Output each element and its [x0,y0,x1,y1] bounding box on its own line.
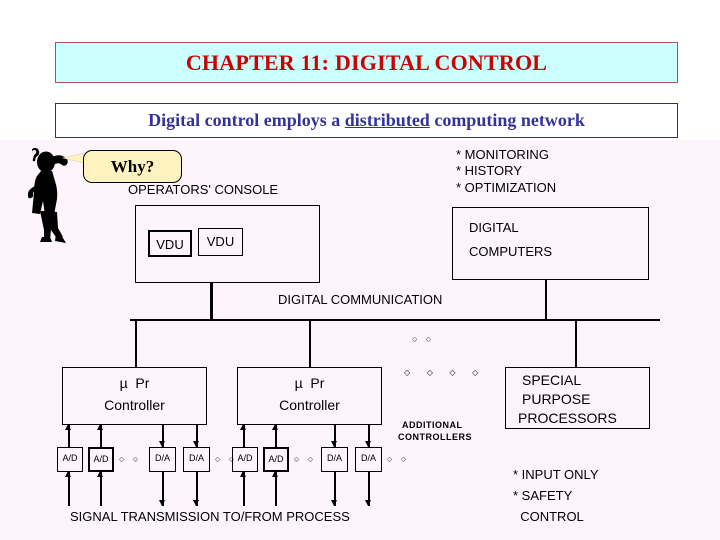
signal-transmission-label: SIGNAL TRANSMISSION TO/FROM PROCESS [70,509,350,524]
c1-ad-box-1: A/D [57,447,83,472]
c1-ad1-process-arrow [65,471,71,477]
c1-da-box-2: D/A [183,447,210,472]
additional-controllers-diamonds: ◇ ◇ ◇ ◇ [404,368,486,377]
special-purpose-line2: PURPOSE [522,391,591,407]
c2-ad-box-2: A/D [263,447,289,472]
c2-da2-process-arrow [365,500,371,506]
c2-ad-ellipsis: ○ ○ [294,454,317,464]
bus-drop-controller-2 [309,319,311,367]
architecture-diagram: Why? OPERATORS' CONSOLE VDU VDU * MONITO… [0,140,720,540]
special-purpose-line3: PROCESSORS [518,410,617,426]
subtitle-post: computing network [429,110,585,130]
c2-ad-1-label: A/D [237,453,253,463]
page-title: CHAPTER 11: DIGITAL CONTROL [185,49,548,75]
c2-ad2-process-arrow [272,471,278,477]
c2-ad-box-1: A/D [232,447,258,472]
c2-da-ellipsis: ○ ○ [387,454,410,464]
console-bus-link [210,283,213,320]
speech-balloon-tail [62,153,84,163]
subtitle-pre: Digital control employs a [148,110,345,130]
c1-ad-ellipsis: ○ ○ [119,454,142,464]
digital-communication-label: DIGITAL COMMUNICATION [278,292,443,307]
digital-communication-bus [130,319,660,321]
c2-ad1-process-arrow [240,471,246,477]
c2-ad-2-label: A/D [268,454,284,464]
slide-subtitle-box: Digital control employs a distributed co… [55,103,678,138]
c2-da-box-1: D/A [321,447,348,472]
special-purpose-line1: SPECIAL [522,372,582,388]
c2-ad2-process-line [275,472,277,506]
c1-ad1-arrow-up [65,424,71,430]
c2-da-1-label: D/A [326,453,342,463]
controller-2-line1: µ Pr [294,375,325,391]
c1-ad2-process-arrow [97,471,103,477]
c2-da1-process-arrow [331,500,337,506]
controller-1-line1: µ Pr [119,375,150,391]
vdu-1-label: VDU [156,237,184,252]
c1-ad-1-label: A/D [62,453,78,463]
c2-ad2-arrow-up [272,424,278,430]
digital-computers-line2: COMPUTERS [469,244,553,259]
bus-drop-special-processors [575,319,577,367]
c1-ad2-process-line [100,472,102,506]
bus-ellipsis-dots: ○ ○ [412,334,435,344]
c1-ad2-arrow-up [97,424,103,430]
c2-ad1-process-line [243,472,245,506]
c1-ad-2-label: A/D [93,454,109,464]
special-purpose-processors-box: SPECIAL PURPOSE PROCESSORS [505,367,650,429]
additional-controllers-line2: CONTROLLERS [398,432,472,442]
c1-ad-box-2: A/D [88,447,114,472]
c1-da2-process-arrow [193,500,199,506]
slide-title-box: CHAPTER 11: DIGITAL CONTROL [55,42,678,83]
controller-1-line2: Controller [104,397,165,413]
c1-da1-process-arrow [159,500,165,506]
c1-da-1-label: D/A [154,453,170,463]
additional-controllers-line1: ADDITIONAL [402,420,463,430]
c1-ad1-process-line [68,472,70,506]
vdu-box-1: VDU [148,230,192,257]
operators-console-label: OPERATORS' CONSOLE [128,182,279,197]
computer-functions-notes: * MONITORING * HISTORY * OPTIMIZATION [456,147,557,195]
controller-2-box: µ Pr Controller [237,367,382,425]
c2-da-box-2: D/A [355,447,382,472]
c1-da-2-label: D/A [188,453,204,463]
subtitle-emphasis: distributed [344,110,430,130]
special-notes-line1: * INPUT ONLY [513,467,599,482]
controller-1-box: µ Pr Controller [62,367,207,425]
special-notes-line3: CONTROL [513,509,584,524]
c2-ad1-arrow-up [240,424,246,430]
digital-computers-box: DIGITAL COMPUTERS [452,207,649,280]
vdu-box-2: VDU [198,228,243,256]
subtitle-text: Digital control employs a distributed co… [148,110,585,131]
controller-2-line2: Controller [279,397,340,413]
why-balloon-label: Why? [110,156,155,176]
bus-drop-controller-1 [135,319,137,367]
slide-canvas: CHAPTER 11: DIGITAL CONTROL Digital cont… [0,0,720,540]
computers-bus-link [545,280,547,320]
digital-computers-line1: DIGITAL [469,220,519,235]
c2-da-2-label: D/A [360,453,376,463]
vdu-2-label: VDU [206,234,235,249]
special-notes-line2: * SAFETY [513,488,573,503]
why-speech-balloon: Why? [83,150,182,183]
c1-da-box-1: D/A [149,447,176,472]
